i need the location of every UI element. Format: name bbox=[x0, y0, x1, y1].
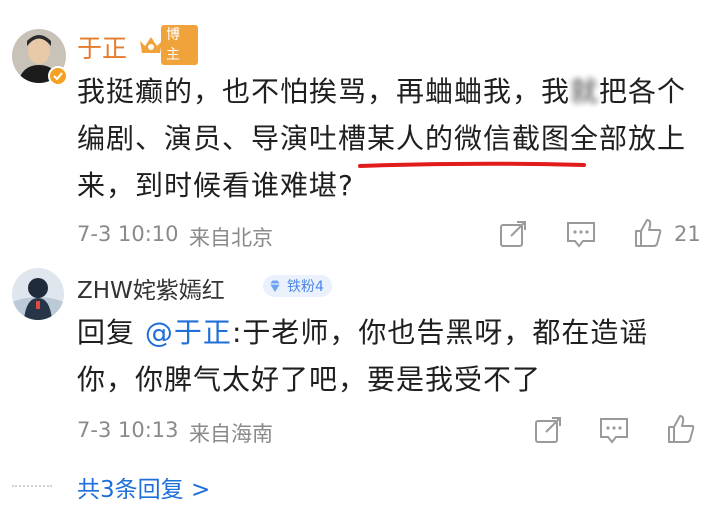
verified-icon bbox=[48, 66, 68, 86]
comment-line-2: 编剧、演员、导演吐槽某人的微信截图全部放上 bbox=[77, 122, 687, 155]
comment-text: 我挺癫的，也不怕挨骂，再蛐蛐我，我就把各个 编剧、演员、导演吐槽某人的微信截图全… bbox=[77, 68, 707, 209]
diamond-icon bbox=[267, 278, 283, 294]
mention-link[interactable]: @于正 bbox=[145, 316, 232, 349]
reply-time: 7-3 10:13 bbox=[77, 418, 179, 442]
crown-icon bbox=[138, 33, 164, 57]
host-badge: 博主 bbox=[138, 25, 198, 65]
host-badge-label: 博主 bbox=[161, 25, 198, 65]
comment-icon[interactable] bbox=[598, 415, 630, 445]
blurred-text: 就 bbox=[570, 75, 600, 108]
comment-line-1: 我挺癫的，也不怕挨骂，再蛐蛐我，我就把各个 bbox=[77, 75, 687, 108]
reply-username[interactable]: ZHW姹紫嫣红 bbox=[77, 271, 225, 305]
thread-dots bbox=[12, 485, 52, 487]
share-icon[interactable] bbox=[498, 219, 528, 249]
like-icon[interactable] bbox=[632, 217, 664, 249]
like-count: 21 bbox=[674, 222, 701, 246]
reply-text: 回复 @于正:于老师，你也告黑呀，都在造谣 你，你脾气太好了吧，要是我受不了 bbox=[77, 309, 707, 403]
comment-location: 来自北京 bbox=[189, 226, 273, 250]
like-icon[interactable] bbox=[665, 413, 697, 445]
reply-line-2: 你，你脾气太好了吧，要是我受不了 bbox=[77, 363, 542, 396]
fan-badge: 铁粉4 bbox=[263, 275, 332, 297]
red-underline-annotation bbox=[358, 161, 586, 168]
comment-username[interactable]: 于正 bbox=[77, 29, 127, 65]
share-icon[interactable] bbox=[533, 415, 563, 445]
comment-icon[interactable] bbox=[565, 219, 597, 249]
fan-badge-label: 铁粉4 bbox=[287, 279, 324, 295]
avatar-zhw[interactable] bbox=[12, 268, 64, 320]
reply-line-1: 回复 @于正:于老师，你也告黑呀，都在造谣 bbox=[77, 316, 649, 349]
comment-time: 7-3 10:10 bbox=[77, 222, 179, 246]
more-replies-link[interactable]: 共3条回复 > bbox=[77, 470, 210, 504]
reply-location: 来自海南 bbox=[189, 422, 273, 446]
